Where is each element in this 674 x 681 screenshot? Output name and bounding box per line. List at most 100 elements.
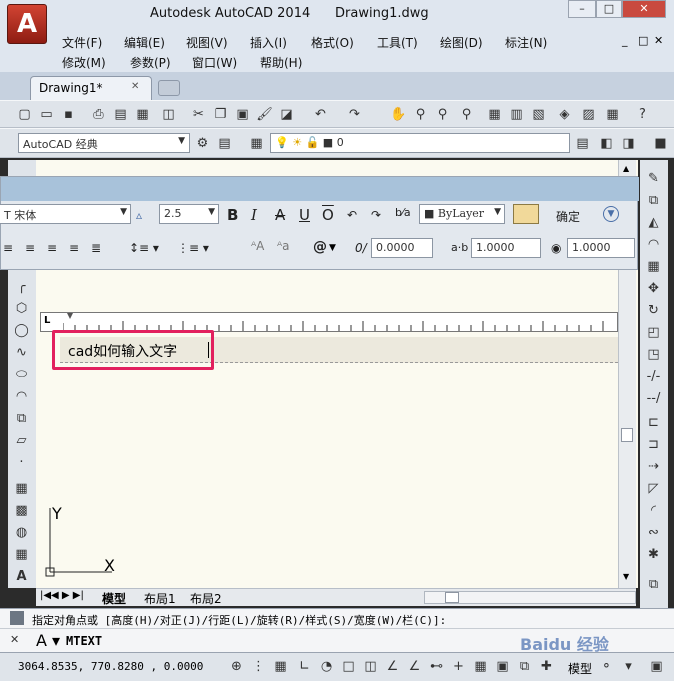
redo-icon[interactable]: ↷ [346, 106, 363, 123]
fillet-icon[interactable]: ◜ [645, 502, 662, 519]
make-block-icon[interactable]: ▱ [13, 432, 30, 449]
offset-icon[interactable]: ◠ [645, 236, 662, 253]
match-properties-icon[interactable]: 🖌 [256, 106, 273, 123]
text-color-select[interactable]: ■ ByLayer ▼ [419, 204, 505, 224]
stack-text-icon[interactable]: b⁄a [395, 206, 411, 219]
symbol-button[interactable]: @ [313, 239, 327, 255]
otrack-icon[interactable]: ∠ [384, 658, 401, 675]
command-input[interactable]: MTEXT [66, 634, 102, 648]
width-factor-input[interactable]: 1.0000 [567, 238, 635, 258]
align-center-icon[interactable]: ≡ [25, 241, 35, 255]
clean-screen-icon[interactable]: ▣ [648, 658, 665, 675]
polyline-icon[interactable]: ╭ [13, 278, 30, 295]
tab-close-icon[interactable]: ✕ [131, 81, 139, 92]
trim-icon[interactable]: -/- [645, 368, 662, 385]
oblique-angle-input[interactable]: 0.0000 [371, 238, 433, 258]
undo-icon[interactable]: ↶ [312, 106, 329, 123]
multiline-text-icon[interactable]: A [13, 568, 30, 585]
menu-draw[interactable]: 绘图(D) [440, 34, 483, 51]
distribute-icon[interactable]: ≣ [91, 241, 101, 255]
annotative-icon[interactable]: ▵ [136, 208, 142, 222]
region-icon[interactable]: ◍ [13, 524, 30, 541]
break-at-point-icon[interactable]: ⊏ [645, 414, 662, 431]
workspace-switch-icon[interactable]: ▾ [620, 658, 637, 675]
doc-close-button[interactable]: ✕ [654, 34, 663, 47]
model-space-toggle[interactable]: 模型 [568, 660, 592, 677]
application-menu-button[interactable]: A [7, 4, 47, 44]
spline-icon[interactable]: ∿ [13, 344, 30, 361]
tracking-input[interactable]: 1.0000 [471, 238, 541, 258]
transparency-icon[interactable]: ▦ [472, 658, 489, 675]
publish-icon[interactable]: ▦ [134, 106, 151, 123]
minimize-button[interactable]: – [568, 0, 596, 18]
justify-icon[interactable]: ≡ [69, 241, 79, 255]
ortho-icon[interactable]: ∟ [296, 658, 313, 675]
menu-tools[interactable]: 工具(T) [377, 34, 418, 51]
strikethrough-button[interactable]: A [275, 206, 285, 224]
array-icon[interactable]: ▦ [645, 258, 662, 275]
break-icon[interactable]: ⊐ [645, 436, 662, 453]
point-icon[interactable]: · [13, 454, 30, 471]
print-preview-icon[interactable]: ▤ [112, 106, 129, 123]
menu-edit[interactable]: 编辑(E) [124, 34, 165, 51]
calculator-icon[interactable]: ▦ [604, 106, 621, 123]
workspace-settings-icon[interactable]: ⚙ [194, 135, 211, 152]
quick-properties-icon[interactable]: ▣ [494, 658, 511, 675]
align-left-icon[interactable]: ≡ [3, 241, 13, 255]
make-current-icon[interactable]: ▤ [574, 135, 591, 152]
circle-icon[interactable]: ◯ [13, 322, 30, 339]
new-file-icon[interactable]: ▢ [16, 106, 33, 123]
tab-stop-icon[interactable]: L [44, 315, 50, 326]
command-input-line[interactable]: ✕ A ▾ MTEXT Baidu 经验 [0, 628, 674, 654]
save-icon[interactable]: ▪ [60, 106, 77, 123]
menu-help[interactable]: 帮助(H) [260, 54, 302, 71]
print-icon[interactable]: ⎙ [90, 106, 107, 123]
layer-previous-icon[interactable]: ◧ [598, 135, 615, 152]
italic-button[interactable]: I [251, 206, 257, 224]
bold-button[interactable]: B [227, 206, 238, 224]
options-icon[interactable]: ▼ [603, 206, 619, 222]
cut-icon[interactable]: ✂ [190, 106, 207, 123]
lowercase-icon[interactable]: ᴬa [277, 239, 290, 253]
workspace-select[interactable]: AutoCAD 经典 ▼ [18, 133, 190, 153]
menu-file[interactable]: 文件(F) [62, 34, 102, 51]
tab-layout2[interactable]: 布局2 [190, 590, 222, 607]
doc-minimize-button[interactable]: _ [622, 34, 628, 47]
lineweight-icon[interactable]: + [450, 658, 467, 675]
ellipse-arc-icon[interactable]: ◠ [13, 388, 30, 405]
3d-osnap-icon[interactable]: ◫ [362, 658, 379, 675]
scroll-up-icon[interactable]: ▲ [623, 164, 629, 173]
command-grip[interactable] [10, 611, 24, 625]
properties-icon[interactable]: ▦ [486, 106, 503, 123]
new-tab-icon[interactable] [158, 80, 180, 96]
tab-layout1[interactable]: 布局1 [144, 590, 176, 607]
polygon-icon[interactable]: ⬡ [13, 300, 30, 317]
erase-icon[interactable]: ✎ [645, 170, 662, 187]
gradient-icon[interactable]: ▩ [13, 502, 30, 519]
menu-dimension[interactable]: 标注(N) [505, 34, 547, 51]
align-right-icon[interactable]: ≡ [47, 241, 57, 255]
scroll-thumb[interactable] [621, 428, 633, 442]
extend-icon[interactable]: --/ [645, 390, 662, 407]
menu-parametric[interactable]: 参数(P) [130, 54, 171, 71]
annotation-scale-icon[interactable]: ⚬ [598, 658, 615, 675]
menu-insert[interactable]: 插入(I) [250, 34, 287, 51]
layer-properties-icon[interactable]: ▦ [248, 135, 265, 152]
close-command-icon[interactable]: ✕ [10, 633, 19, 646]
mirror-icon[interactable]: ◭ [645, 214, 662, 231]
polar-tracking-icon[interactable]: ◔ [318, 658, 335, 675]
zoom-realtime-icon[interactable]: ⚲ [412, 106, 429, 123]
scale-icon[interactable]: ◰ [645, 324, 662, 341]
zoom-previous-icon[interactable]: ⚲ [458, 106, 475, 123]
insert-field-icon[interactable]: ᴬA [251, 239, 264, 253]
maximize-button[interactable]: □ [596, 0, 622, 18]
selection-cycling-icon[interactable]: ⧉ [516, 658, 533, 675]
tool-palettes-icon[interactable]: ▧ [530, 106, 547, 123]
annotation-monitor-icon[interactable]: ✚ [538, 658, 555, 675]
ruler-toggle-icon[interactable] [513, 204, 539, 224]
overline-button[interactable]: O [322, 206, 334, 224]
line-spacing-icon[interactable]: ↕≡ ▾ [129, 241, 159, 255]
plot-icon[interactable]: ◫ [160, 106, 177, 123]
close-button[interactable]: ✕ [622, 0, 666, 18]
infer-constraints-icon[interactable]: ⊕ [228, 658, 245, 675]
